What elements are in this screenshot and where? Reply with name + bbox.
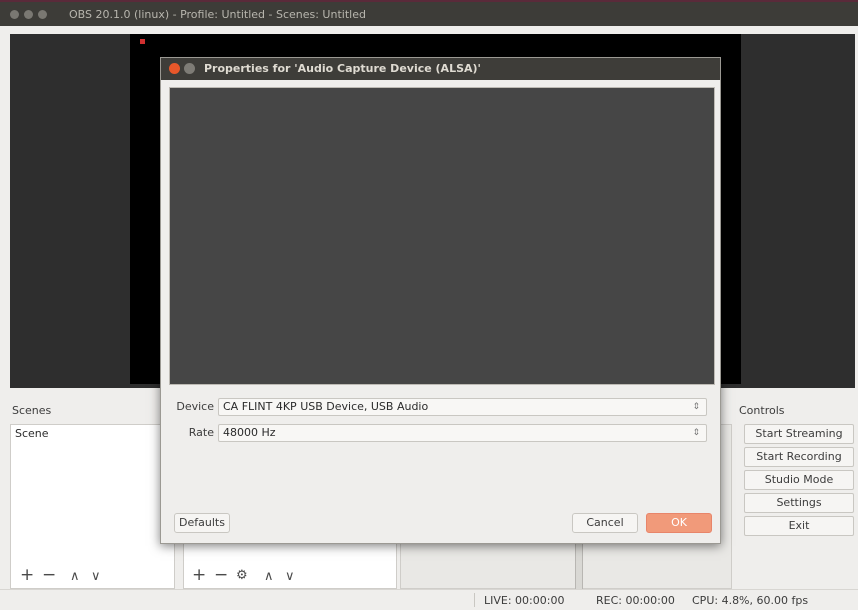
live-timer: LIVE: 00:00:00 xyxy=(484,594,565,607)
volume-fader[interactable] xyxy=(575,536,583,594)
minimize-window-icon[interactable] xyxy=(24,10,33,19)
cancel-button[interactable]: Cancel xyxy=(572,513,638,533)
cpu-status: CPU: 4.8%, 60.00 fps xyxy=(692,594,809,607)
dialog-preview xyxy=(169,87,715,385)
source-handle xyxy=(140,39,145,44)
rate-label: Rate xyxy=(188,426,214,439)
window-titlebar: OBS 20.1.0 (linux) - Profile: Untitled -… xyxy=(0,0,858,26)
rec-timer: REC: 00:00:00 xyxy=(596,594,675,607)
window-title: OBS 20.1.0 (linux) - Profile: Untitled -… xyxy=(69,8,366,21)
updown-chevron-icon: ⇕ xyxy=(692,402,700,412)
dialog-title: Properties for 'Audio Capture Device (AL… xyxy=(204,62,481,75)
add-scene-button[interactable]: + xyxy=(20,566,34,584)
status-bar: LIVE: 00:00:00 REC: 00:00:00 CPU: 4.8%, … xyxy=(0,589,858,610)
start-recording-button[interactable]: Start Recording xyxy=(744,447,854,467)
maximize-window-icon[interactable] xyxy=(38,10,47,19)
properties-dialog: Properties for 'Audio Capture Device (AL… xyxy=(160,57,721,544)
move-source-down-button[interactable]: ∨ xyxy=(285,568,295,586)
exit-button[interactable]: Exit xyxy=(744,516,854,536)
settings-button[interactable]: Settings xyxy=(744,493,854,513)
add-source-button[interactable]: + xyxy=(192,566,206,584)
rate-value: 48000 Hz xyxy=(223,426,276,439)
close-dialog-icon[interactable] xyxy=(169,63,180,74)
defaults-button[interactable]: Defaults xyxy=(174,513,230,533)
updown-chevron-icon: ⇕ xyxy=(692,428,700,438)
start-streaming-button[interactable]: Start Streaming xyxy=(744,424,854,444)
rate-select[interactable]: 48000 Hz ⇕ xyxy=(218,424,707,442)
move-source-up-button[interactable]: ∧ xyxy=(264,568,274,586)
scene-item[interactable]: Scene xyxy=(11,425,174,442)
controls-panel-title: Controls xyxy=(739,404,785,417)
ok-button[interactable]: OK xyxy=(646,513,712,533)
studio-mode-button[interactable]: Studio Mode xyxy=(744,470,854,490)
move-scene-down-button[interactable]: ∨ xyxy=(91,568,101,586)
scenes-list[interactable]: Scene xyxy=(10,424,175,589)
device-label: Device xyxy=(176,400,214,413)
move-scene-up-button[interactable]: ∧ xyxy=(70,568,80,586)
device-value: CA FLINT 4KP USB Device, USB Audio xyxy=(223,400,429,413)
remove-scene-button[interactable]: − xyxy=(42,566,56,584)
remove-source-button[interactable]: − xyxy=(214,566,228,584)
minimize-dialog-icon[interactable] xyxy=(184,63,195,74)
source-properties-gear-icon[interactable]: ⚙ xyxy=(236,567,248,585)
status-divider xyxy=(474,593,475,607)
dialog-titlebar: Properties for 'Audio Capture Device (AL… xyxy=(161,58,720,80)
device-select[interactable]: CA FLINT 4KP USB Device, USB Audio ⇕ xyxy=(218,398,707,416)
close-window-icon[interactable] xyxy=(10,10,19,19)
scenes-panel-title: Scenes xyxy=(12,404,52,417)
